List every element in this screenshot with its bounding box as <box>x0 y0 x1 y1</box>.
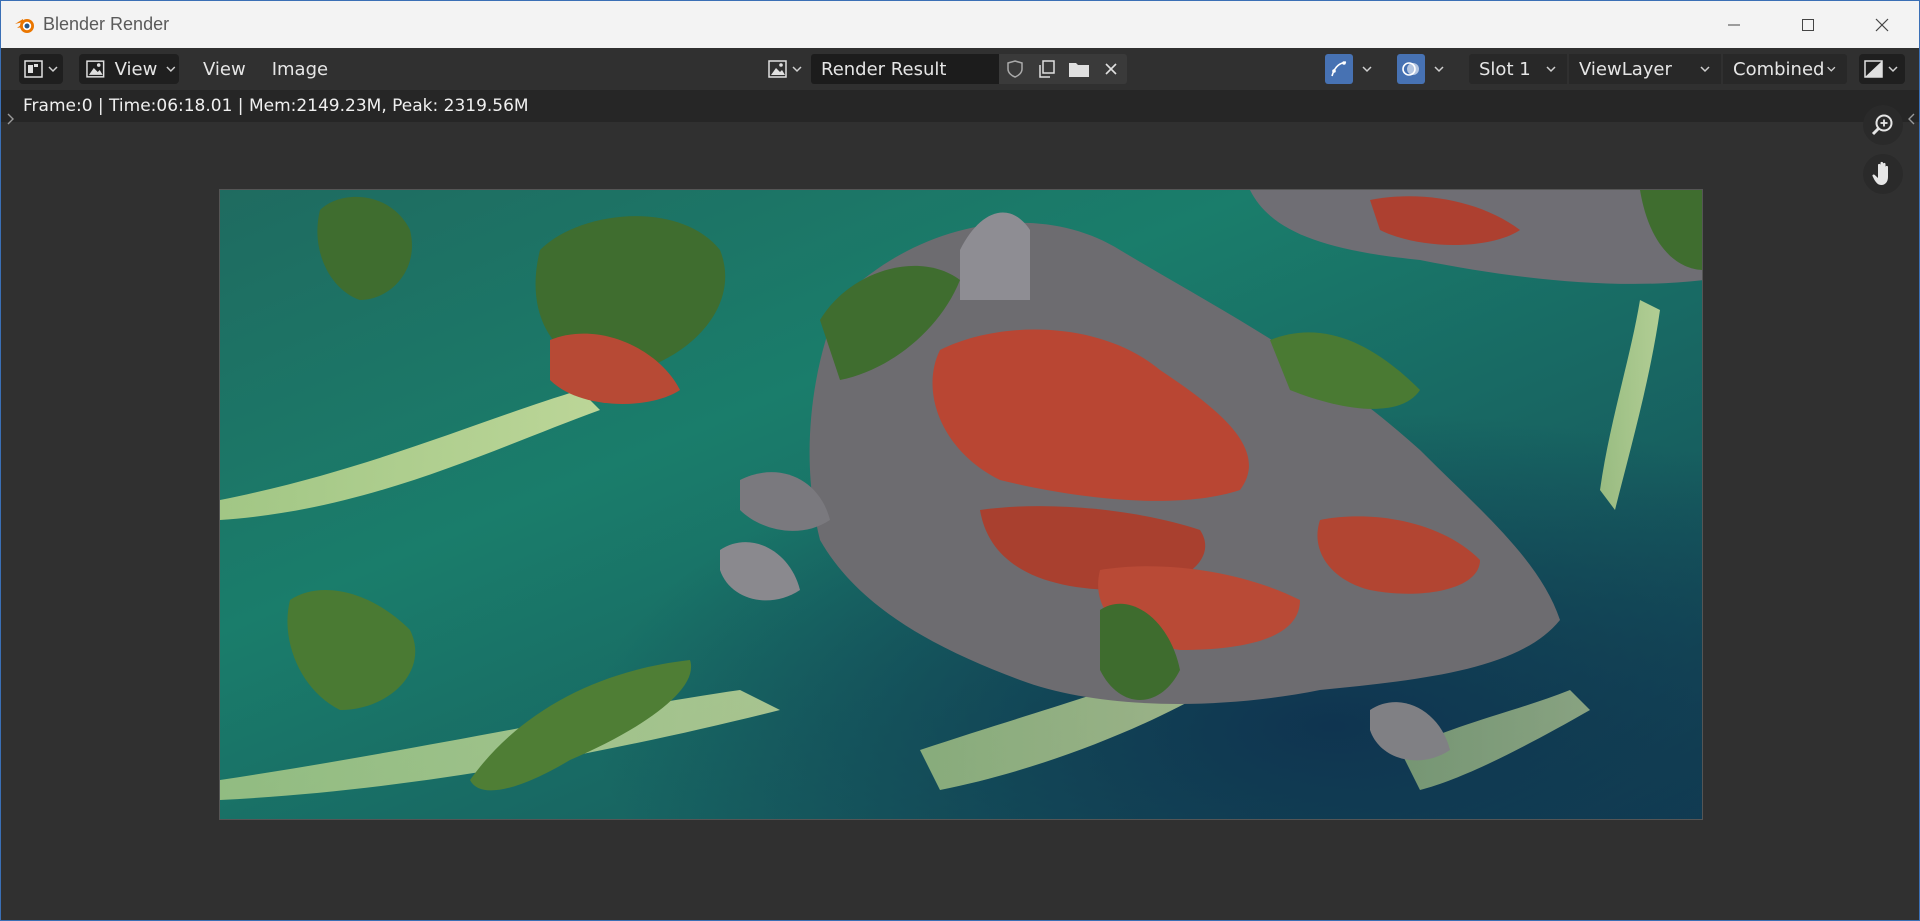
slot-dropdown[interactable]: Slot 1 <box>1469 54 1567 84</box>
render-stats-text: Frame:0 | Time:06:18.01 | Mem:2149.23M, … <box>23 96 529 116</box>
editor-type-button[interactable] <box>19 54 63 84</box>
chevron-down-icon <box>1362 66 1372 73</box>
zoom-in-icon <box>1871 114 1893 136</box>
pan-button[interactable] <box>1863 154 1903 194</box>
close-icon <box>1875 18 1889 31</box>
toolbar-expand-icon[interactable] <box>5 112 15 130</box>
display-channels-button[interactable] <box>1859 54 1905 84</box>
unlink-image-button[interactable] <box>1095 54 1127 84</box>
shield-icon <box>1007 60 1023 78</box>
browse-image-button[interactable] <box>763 54 807 84</box>
chevron-down-icon <box>1700 66 1710 73</box>
render-result-image <box>219 189 1703 820</box>
chevron-down-icon <box>1546 66 1556 73</box>
folder-icon <box>1069 63 1089 77</box>
close-icon <box>1105 63 1117 75</box>
image-browse-icon <box>768 60 787 78</box>
sample-tool-button[interactable] <box>1325 54 1353 84</box>
open-image-button[interactable] <box>1063 54 1095 84</box>
image-mode-icon <box>86 60 105 78</box>
fake-user-button[interactable] <box>999 54 1031 84</box>
display-channels-icon <box>1864 60 1883 78</box>
maximize-button[interactable] <box>1771 1 1845 48</box>
image-name-field[interactable]: Render Result <box>811 54 999 84</box>
image-editor-header: View View Image Render Result Slot 1 Vie… <box>1 48 1919 90</box>
new-image-button[interactable] <box>1031 54 1063 84</box>
chevron-down-icon <box>1434 66 1444 73</box>
mode-view-label: View <box>114 58 158 80</box>
close-button[interactable] <box>1845 1 1919 48</box>
overlay-icon <box>1402 62 1419 76</box>
mode-view-dropdown[interactable]: View <box>79 54 179 84</box>
minimize-button[interactable] <box>1697 1 1771 48</box>
sample-tool-dropdown[interactable] <box>1359 54 1381 84</box>
curve-icon <box>1331 61 1347 77</box>
overlay-button[interactable] <box>1397 54 1425 84</box>
sidebar-expand-icon[interactable] <box>1907 112 1917 130</box>
zoom-button[interactable] <box>1863 105 1903 145</box>
chevron-down-icon <box>792 66 802 73</box>
blender-logo-icon <box>13 13 37 37</box>
blender-render-window: Blender Render View View Image Render Re… <box>0 0 1920 921</box>
maximize-icon <box>1802 18 1814 31</box>
render-pass-label: Combined <box>1733 58 1825 80</box>
chevron-down-icon <box>1888 66 1898 73</box>
window-title: Blender Render <box>43 14 170 34</box>
chevron-down-icon <box>166 66 176 73</box>
menu-view[interactable]: View <box>193 54 256 84</box>
render-pass-dropdown[interactable]: Combined <box>1723 54 1847 84</box>
menu-image[interactable]: Image <box>262 54 338 84</box>
chevron-down-icon <box>48 66 58 73</box>
hand-icon <box>1872 161 1888 185</box>
view-layer-dropdown[interactable]: ViewLayer <box>1569 54 1721 84</box>
minimize-icon <box>1728 24 1740 25</box>
image-editor-icon <box>24 60 43 78</box>
chevron-down-icon <box>1827 66 1836 72</box>
render-stats-bar: Frame:0 | Time:06:18.01 | Mem:2149.23M, … <box>1 90 1919 122</box>
slot-label: Slot 1 <box>1479 58 1531 80</box>
title-bar: Blender Render <box>1 1 1919 48</box>
overlay-dropdown[interactable] <box>1431 54 1453 84</box>
duplicate-icon <box>1039 60 1055 78</box>
view-layer-label: ViewLayer <box>1579 58 1672 80</box>
